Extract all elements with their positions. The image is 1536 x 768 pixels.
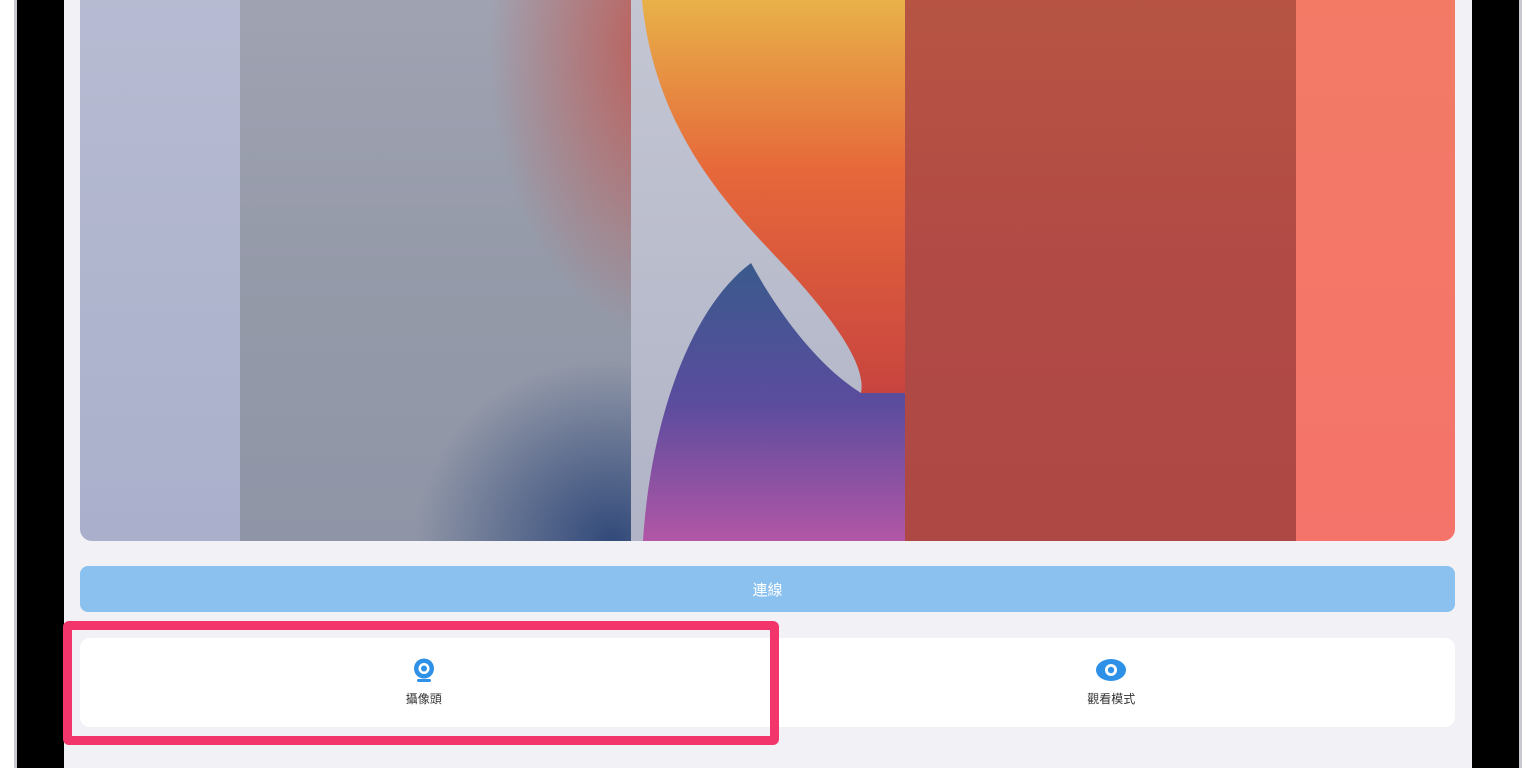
preview-stripe-3 <box>631 0 905 541</box>
mode-viewer-label: 觀看模式 <box>1087 692 1136 706</box>
preview-stripe-1 <box>80 0 240 541</box>
camera-preview <box>80 0 1455 541</box>
preview-stripe-2 <box>240 0 631 541</box>
preview-art <box>642 0 905 541</box>
preview-stripe-5 <box>1296 0 1455 541</box>
webcam-icon <box>413 658 434 682</box>
mode-viewer[interactable]: 觀看模式 <box>768 638 1456 727</box>
mode-selector: 攝像頭 觀看模式 <box>80 638 1455 727</box>
mode-camera-label: 攝像頭 <box>405 692 442 706</box>
mode-camera[interactable]: 攝像頭 <box>80 638 768 727</box>
eye-icon <box>1096 659 1127 681</box>
preview-stripe-4 <box>905 0 1296 541</box>
app-screen: 連線 攝像頭 觀看模式 <box>64 0 1472 768</box>
connect-button-label: 連線 <box>752 581 783 599</box>
connect-button[interactable]: 連線 <box>80 566 1455 612</box>
